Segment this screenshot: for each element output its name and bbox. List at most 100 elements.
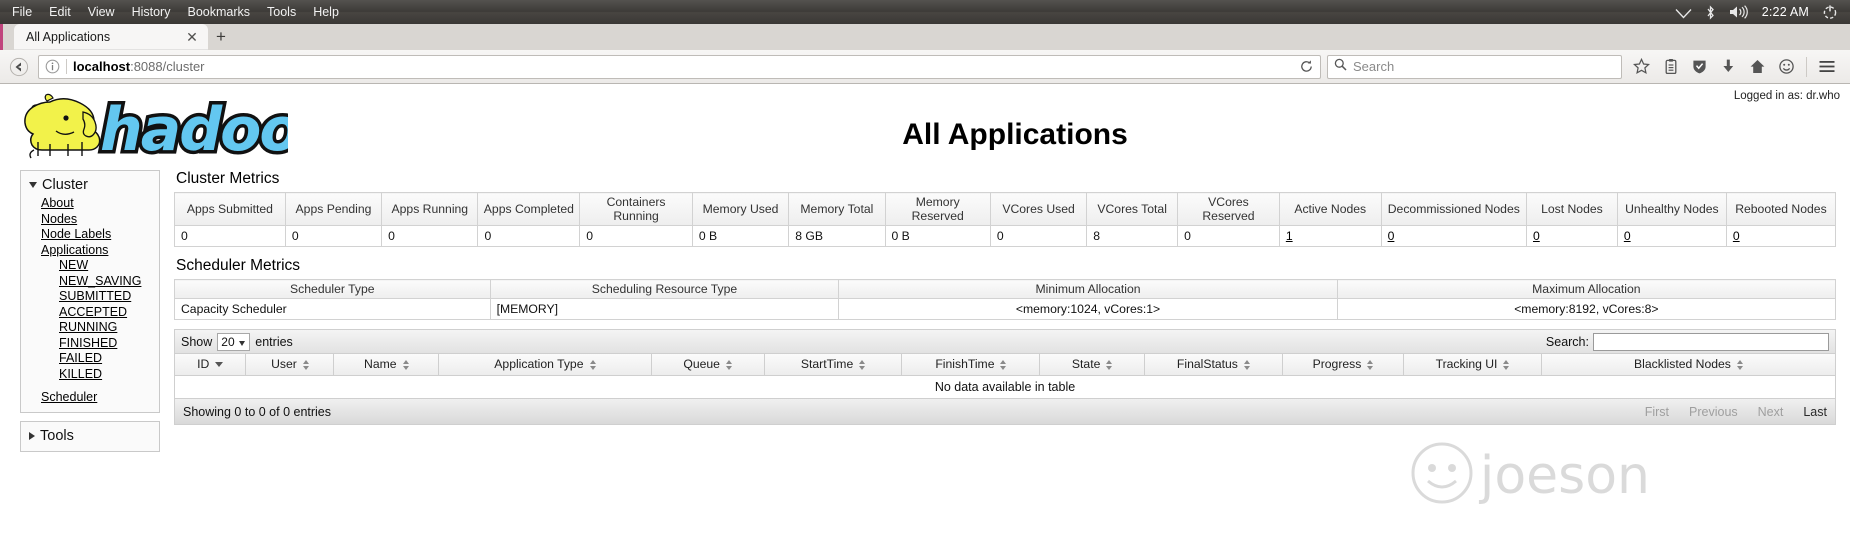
search-icon	[1334, 58, 1347, 76]
link-rebooted-nodes[interactable]: 0	[1733, 229, 1740, 243]
menu-bookmarks[interactable]: Bookmarks	[187, 0, 250, 24]
search-input[interactable]	[1593, 332, 1829, 351]
sidebar-item-submitted[interactable]: SUBMITTED	[21, 289, 159, 305]
sort-icon	[1106, 359, 1113, 370]
menu-view[interactable]: View	[88, 0, 115, 24]
th-memory-total: Memory Total	[788, 192, 886, 226]
th-id[interactable]: ID	[173, 354, 247, 376]
td-lost-nodes: 0	[1525, 225, 1618, 247]
menu-tools[interactable]: Tools	[267, 0, 296, 24]
sidebar-item-accepted[interactable]: ACCEPTED	[21, 305, 159, 321]
url-text: localhost:8088/cluster	[73, 59, 205, 74]
system-clock[interactable]: 2:22 AM	[1762, 5, 1809, 19]
th-state[interactable]: State	[1039, 354, 1145, 376]
url-bar[interactable]: localhost:8088/cluster	[38, 54, 1321, 79]
th-progress-label: Progress	[1312, 357, 1362, 371]
sidebar-item-new-saving[interactable]: NEW_SAVING	[21, 274, 159, 290]
th-queue-label: Queue	[683, 357, 720, 371]
close-icon[interactable]: ✕	[184, 29, 200, 45]
browser-search-input[interactable]: Search	[1353, 59, 1394, 74]
power-icon[interactable]	[1822, 4, 1838, 20]
link-lost-nodes[interactable]: 0	[1533, 229, 1540, 243]
smiley-icon[interactable]	[1773, 53, 1800, 80]
home-icon[interactable]	[1744, 53, 1771, 80]
td-memory-used: 0 B	[691, 225, 790, 247]
pagination-previous[interactable]: Previous	[1689, 405, 1738, 419]
sidebar-item-finished[interactable]: FINISHED	[21, 336, 159, 352]
sidebar-item-nodes[interactable]: Nodes	[21, 212, 159, 228]
toolbar-divider	[1806, 56, 1807, 77]
th-queue[interactable]: Queue	[650, 354, 765, 376]
th-unhealthy-nodes: Unhealthy Nodes	[1616, 192, 1727, 226]
reader-list-icon[interactable]	[1657, 53, 1684, 80]
th-starttime[interactable]: StartTime	[763, 354, 903, 376]
wifi-icon[interactable]	[1675, 6, 1692, 19]
shield-icon[interactable]	[1686, 53, 1713, 80]
page-body: Cluster About Nodes Node Labels Applicat…	[0, 170, 1850, 460]
sort-icon	[589, 359, 596, 370]
reload-icon[interactable]	[1296, 57, 1316, 77]
sidebar-tools-header[interactable]: Tools	[21, 426, 159, 447]
td-decommissioned-nodes: 0	[1380, 225, 1527, 247]
sort-desc-icon	[215, 362, 224, 367]
menu-history[interactable]: History	[132, 0, 171, 24]
th-progress[interactable]: Progress	[1281, 354, 1405, 376]
datatable-toolbar: Show 20 entries Search:	[174, 329, 1836, 354]
volume-icon[interactable]	[1729, 5, 1749, 19]
link-decommissioned-nodes[interactable]: 0	[1388, 229, 1395, 243]
sidebar-item-new[interactable]: NEW	[21, 258, 159, 274]
menu-edit[interactable]: Edit	[49, 0, 71, 24]
pagination: First Previous Next Last	[1645, 405, 1827, 419]
sidebar-cluster-header[interactable]: Cluster	[21, 175, 159, 196]
browser-search-bar[interactable]: Search	[1327, 54, 1622, 79]
pagination-first[interactable]: First	[1645, 405, 1669, 419]
th-application-type[interactable]: Application Type	[438, 354, 652, 376]
sidebar-item-running[interactable]: RUNNING	[21, 320, 159, 336]
sort-icon	[725, 359, 732, 370]
pagination-next[interactable]: Next	[1758, 405, 1784, 419]
bluetooth-icon[interactable]	[1705, 4, 1716, 20]
sidebar-item-failed[interactable]: FAILED	[21, 351, 159, 367]
th-scheduler-type: Scheduler Type	[174, 279, 491, 299]
search-label: Search:	[1545, 334, 1589, 349]
star-icon[interactable]	[1628, 53, 1655, 80]
url-path: :8088/cluster	[130, 59, 205, 74]
link-unhealthy-nodes[interactable]: 0	[1624, 229, 1631, 243]
th-user[interactable]: User	[245, 354, 335, 376]
td-unhealthy-nodes: 0	[1616, 225, 1727, 247]
th-active-nodes: Active Nodes	[1278, 192, 1382, 226]
info-icon[interactable]	[45, 59, 60, 74]
menu-file[interactable]: File	[12, 0, 32, 24]
browser-tab[interactable]: All Applications ✕	[14, 24, 208, 50]
page-length-select[interactable]: 20	[217, 332, 251, 351]
menu-help[interactable]: Help	[313, 0, 339, 24]
sidebar-tools-label: Tools	[40, 427, 74, 444]
sidebar-item-killed[interactable]: KILLED	[21, 367, 159, 383]
sidebar-tools-block: Tools	[20, 420, 160, 452]
th-name[interactable]: Name	[333, 354, 440, 376]
sidebar-item-node-labels[interactable]: Node Labels	[21, 227, 159, 243]
th-finalstatus[interactable]: FinalStatus	[1143, 354, 1283, 376]
td-scheduling-resource-type: [MEMORY]	[489, 298, 840, 320]
pagination-last[interactable]: Last	[1803, 405, 1827, 419]
sidebar-cluster-block: Cluster About Nodes Node Labels Applicat…	[20, 170, 160, 413]
sidebar-cluster-label: Cluster	[42, 177, 88, 193]
th-tracking-ui-label: Tracking UI	[1435, 357, 1498, 371]
hamburger-menu-icon[interactable]	[1813, 53, 1840, 80]
back-arrow-icon[interactable]	[6, 54, 32, 80]
browser-toolbar-icons	[1628, 53, 1840, 80]
scheduler-metrics-table: Scheduler Type Scheduling Resource Type …	[174, 279, 1837, 320]
cluster-metrics-value-row: 0 0 0 0 0 0 B 8 GB 0 B 0 8 0 1 0 0 0 0	[174, 225, 1837, 247]
th-blacklisted-nodes[interactable]: Blacklisted Nodes	[1540, 354, 1837, 376]
th-application-type-label: Application Type	[494, 357, 584, 371]
sidebar-item-about[interactable]: About	[21, 196, 159, 212]
sidebar-item-scheduler[interactable]: Scheduler	[21, 390, 159, 406]
download-icon[interactable]	[1715, 53, 1742, 80]
sidebar-item-applications[interactable]: Applications	[21, 243, 159, 259]
plus-icon[interactable]: +	[208, 24, 234, 50]
link-active-nodes[interactable]: 1	[1286, 229, 1293, 243]
chevron-down-icon	[29, 182, 37, 188]
th-tracking-ui[interactable]: Tracking UI	[1403, 354, 1542, 376]
th-memory-used: Memory Used	[691, 192, 790, 226]
th-finishtime[interactable]: FinishTime	[901, 354, 1041, 376]
